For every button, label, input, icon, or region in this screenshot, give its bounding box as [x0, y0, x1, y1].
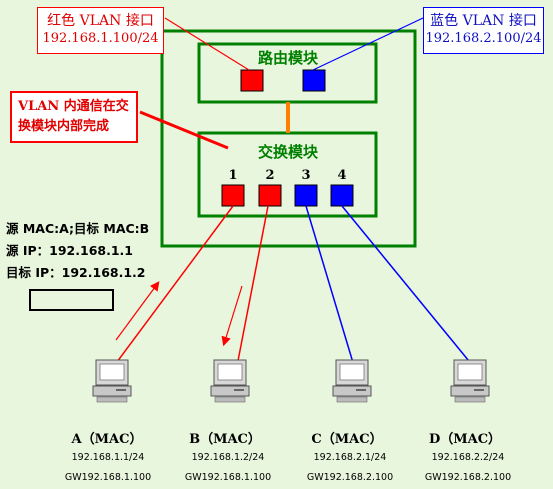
cable-port4-pcD — [341, 205, 474, 367]
pc-c-label: C（MAC） — [311, 432, 383, 447]
computer-icon — [92, 359, 132, 403]
red-vlan-callout: 红色 VLAN 接口 192.168.1.100/24 — [37, 7, 164, 54]
red-vlan-callout-subnet: 192.168.1.100/24 — [42, 31, 159, 46]
red-vlan-interface — [240, 69, 264, 92]
empty-frame — [29, 289, 114, 311]
note-callout-line1: VLAN 内通信在交 — [18, 99, 129, 114]
port-number-1: 1 — [228, 168, 238, 183]
red-vlan-callout-title: 红色 VLAN 接口 — [47, 13, 154, 29]
pc-b-ip: 192.168.1.2/24 — [191, 452, 265, 463]
note-callout-line2: 换模块内部完成 — [18, 119, 110, 134]
blue-vlan-callout: 蓝色 VLAN 接口 192.168.2.100/24 — [423, 7, 544, 54]
computer-icon — [210, 359, 250, 403]
pc-d-label: D（MAC） — [428, 432, 502, 447]
packet-dst-ip: 目标 IP：192.168.1.2 — [6, 265, 146, 280]
cable-port3-pcC — [305, 205, 355, 367]
port-number-3: 3 — [301, 168, 311, 183]
blue-vlan-callout-title: 蓝色 VLAN 接口 — [430, 13, 537, 29]
pc-d-ip: 192.168.2.2/24 — [431, 452, 505, 463]
note-callout-leader — [139, 110, 229, 150]
blue-vlan-interface — [302, 69, 326, 92]
switch-port-2 — [258, 184, 282, 207]
switch-module-title: 交换模块 — [257, 143, 318, 161]
switch-port-4 — [330, 184, 354, 207]
router-module-title: 路由模块 — [257, 49, 318, 67]
pc-b-gateway: GW192.168.1.100 — [184, 472, 272, 483]
switch-port-3 — [294, 184, 318, 207]
pc-c-gateway: GW192.168.2.100 — [306, 472, 394, 483]
pc-a-label: A（MAC） — [71, 432, 143, 447]
pc-b-label: B（MAC） — [189, 432, 261, 447]
arrow-up-to-switch — [115, 281, 160, 341]
computer-icon — [450, 359, 490, 403]
pc-a-gateway: GW192.168.1.100 — [64, 472, 152, 483]
packet-mac: 源 MAC:A;目标 MAC:B — [6, 221, 150, 236]
blue-vlan-callout-subnet: 192.168.2.100/24 — [425, 31, 542, 46]
arrow-down-to-pcB — [221, 285, 243, 347]
port-number-2: 2 — [265, 168, 275, 183]
port-number-4: 4 — [337, 168, 347, 183]
switch-port-1 — [221, 184, 245, 207]
packet-src-ip: 源 IP：192.168.1.1 — [6, 243, 133, 258]
note-callout: VLAN 内通信在交 换模块内部完成 — [10, 91, 138, 143]
pc-d-gateway: GW192.168.2.100 — [424, 472, 512, 483]
computer-icon — [332, 359, 372, 403]
pc-a-ip: 192.168.1.1/24 — [71, 452, 145, 463]
pc-c-ip: 192.168.2.1/24 — [313, 452, 387, 463]
